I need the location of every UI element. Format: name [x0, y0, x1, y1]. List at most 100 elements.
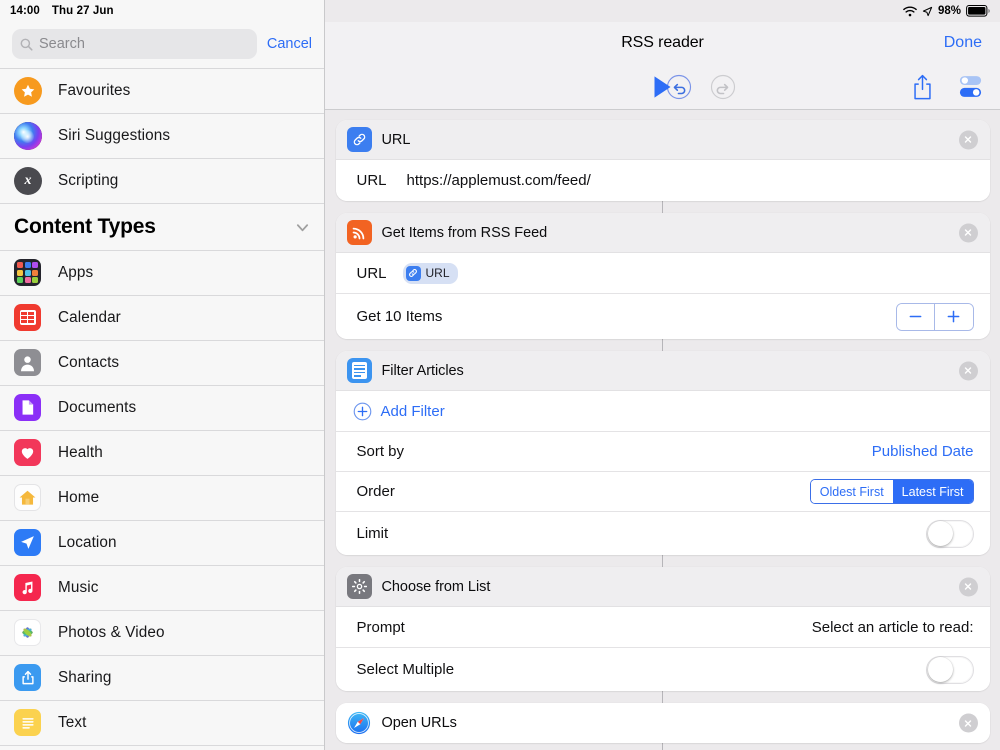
prompt-value[interactable]: Select an article to read: — [812, 619, 974, 636]
segment-oldest-first[interactable]: Oldest First — [810, 480, 893, 503]
settings-toggles-icon[interactable] — [957, 74, 984, 100]
action-header[interactable]: Choose from List — [335, 567, 990, 607]
segment-latest-first[interactable]: Latest First — [892, 480, 973, 503]
prompt-row[interactable]: Prompt Select an article to read: — [335, 607, 990, 648]
close-icon[interactable] — [958, 130, 978, 149]
url-action[interactable]: URL URL https://applemust.com/feed/ — [335, 120, 990, 201]
sidebar-item-favourites[interactable]: Favourites — [0, 69, 324, 114]
action-header[interactable]: Filter Articles — [335, 351, 990, 391]
sort-by-value[interactable]: Published Date — [872, 443, 974, 460]
page-title: RSS reader — [621, 34, 704, 51]
select-multiple-toggle[interactable] — [925, 655, 974, 684]
sidebar-item-apps[interactable]: Apps — [0, 251, 324, 296]
action-header[interactable]: Get Items from RSS Feed — [335, 213, 990, 253]
action-connector — [661, 691, 664, 703]
photos-flower-icon — [14, 619, 42, 647]
limit-toggle[interactable] — [925, 519, 974, 548]
sidebar-item-siri-suggestions[interactable]: Siri Suggestions — [0, 114, 324, 159]
share-box-icon — [14, 664, 42, 692]
action-title: Open URLs — [381, 715, 457, 731]
sidebar-item-label: Apps — [58, 264, 94, 281]
sidebar-item-photos-video[interactable]: Photos & Video — [0, 611, 324, 656]
section-header-content-types[interactable]: Content Types — [0, 204, 324, 251]
action-connector — [661, 201, 664, 213]
actions-canvas[interactable]: URL URL https://applemust.com/feed/ Get … — [325, 110, 1000, 750]
token-label: URL — [425, 266, 450, 280]
section-title: Content Types — [14, 215, 156, 238]
wifi-icon — [903, 6, 917, 16]
gear-icon — [346, 574, 372, 599]
add-filter-row[interactable]: Add Filter — [335, 391, 990, 432]
limit-row[interactable]: Limit — [335, 512, 990, 555]
location-arrow-icon — [14, 529, 42, 557]
status-time: 14:00 — [10, 5, 40, 17]
rss-icon — [346, 220, 372, 245]
rss-url-parameter-row[interactable]: URL URL — [335, 253, 990, 294]
play-icon[interactable] — [652, 75, 673, 99]
quantity-stepper[interactable] — [895, 302, 974, 331]
sidebar-item-label: Sharing — [58, 669, 112, 686]
filter-articles-action[interactable]: Filter Articles Add Filter Sort by Publi… — [335, 351, 990, 555]
heart-icon — [14, 439, 42, 467]
apps-grid-icon — [14, 259, 42, 287]
sidebar-item-music[interactable]: Music — [0, 566, 324, 611]
sidebar-item-scripting[interactable]: x Scripting — [0, 159, 324, 204]
close-icon[interactable] — [958, 577, 978, 596]
action-header[interactable]: URL — [335, 120, 990, 160]
sidebar-item-text[interactable]: Text — [0, 701, 324, 746]
action-title: URL — [381, 131, 411, 148]
scripting-x-icon: x — [14, 167, 42, 195]
close-icon[interactable] — [958, 223, 978, 242]
cancel-button[interactable]: Cancel — [267, 36, 312, 52]
stepper-plus-button[interactable] — [934, 303, 973, 330]
url-value[interactable]: https://applemust.com/feed/ — [387, 172, 591, 189]
sidebar-item-health[interactable]: Health — [0, 431, 324, 476]
sidebar-item-calendar[interactable]: Calendar — [0, 296, 324, 341]
get-items-count-row[interactable]: Get 10 Items — [335, 294, 990, 339]
sidebar-item-sharing[interactable]: Sharing — [0, 656, 324, 701]
calendar-icon — [14, 304, 42, 332]
share-icon[interactable] — [912, 74, 933, 100]
search-placeholder: Search — [39, 36, 85, 52]
siri-icon — [14, 122, 42, 150]
sidebar-list: Favourites Siri Suggestions x Scripting … — [0, 68, 324, 750]
contacts-person-icon — [14, 349, 42, 377]
battery-icon — [966, 5, 990, 17]
url-parameter-row[interactable]: URL https://applemust.com/feed/ — [335, 160, 990, 201]
get-items-from-rss-feed-action[interactable]: Get Items from RSS Feed URL URL Get 10 I… — [335, 213, 990, 339]
document-page-icon — [14, 394, 42, 422]
close-icon[interactable] — [958, 361, 978, 380]
close-icon[interactable] — [958, 713, 978, 733]
get-items-label: Get 10 Items — [356, 308, 443, 325]
search-icon — [20, 38, 33, 51]
open-urls-action[interactable]: Open URLs — [335, 703, 990, 743]
done-button[interactable]: Done — [944, 34, 982, 52]
sidebar-item-contacts[interactable]: Contacts — [0, 341, 324, 386]
chevron-down-icon[interactable] — [295, 220, 310, 235]
sidebar-item-label: Scripting — [58, 172, 119, 189]
choose-from-list-action[interactable]: Choose from List Prompt Select an articl… — [335, 567, 990, 691]
stepper-minus-button[interactable] — [896, 303, 935, 330]
search-input[interactable]: Search — [12, 29, 257, 59]
action-header[interactable]: Open URLs — [335, 703, 990, 743]
sidebar-item-location[interactable]: Location — [0, 521, 324, 566]
sidebar-item-home[interactable]: Home — [0, 476, 324, 521]
music-note-icon — [14, 574, 42, 602]
select-multiple-row[interactable]: Select Multiple — [335, 648, 990, 691]
magic-variable-token-url[interactable]: URL — [402, 262, 458, 284]
sort-by-row[interactable]: Sort by Published Date — [335, 432, 990, 472]
editor-toolbar — [325, 64, 1000, 110]
safari-compass-icon — [347, 711, 372, 736]
add-filter-button[interactable]: Add Filter — [353, 402, 445, 421]
order-segmented-control[interactable]: Oldest First Latest First — [809, 479, 974, 504]
link-icon — [405, 265, 421, 281]
redo-icon — [710, 74, 736, 99]
sidebar-item-label: Photos & Video — [58, 624, 165, 641]
toggle-knob — [927, 521, 953, 546]
add-filter-label: Add Filter — [380, 402, 445, 420]
sidebar-item-label: Text — [58, 714, 87, 731]
sidebar-item-documents[interactable]: Documents — [0, 386, 324, 431]
order-row[interactable]: Order Oldest First Latest First — [335, 472, 990, 512]
house-icon — [14, 484, 42, 512]
sidebar-item-label: Contacts — [58, 354, 120, 371]
